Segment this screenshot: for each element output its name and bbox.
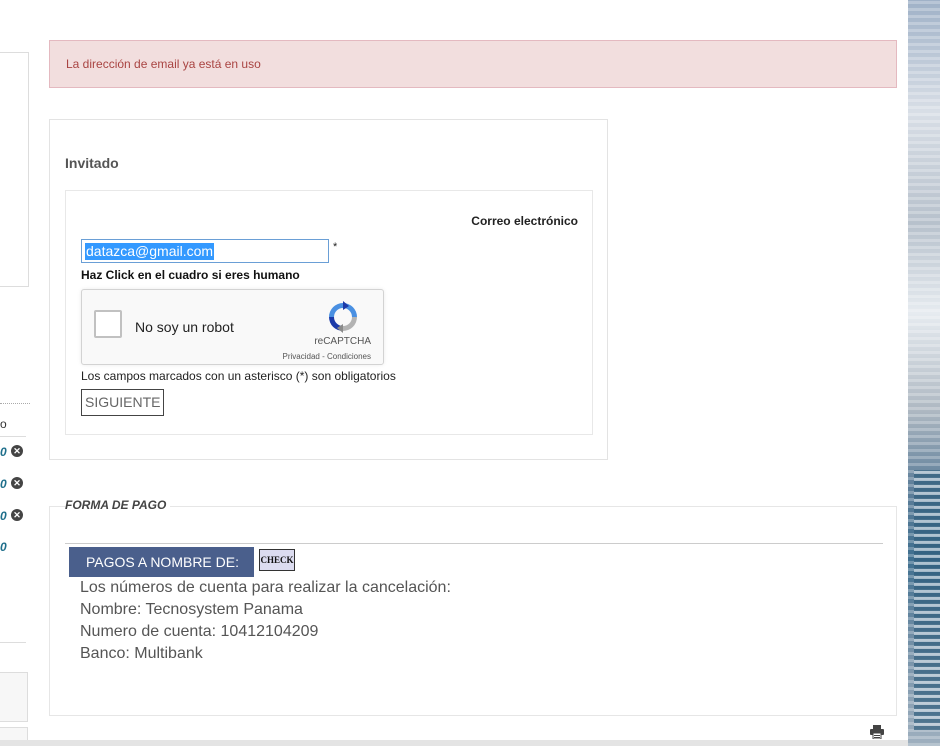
required-marker: *	[333, 241, 338, 253]
sidebar-rule	[0, 436, 26, 437]
remove-item-icon[interactable]: ✕	[11, 509, 23, 521]
print-icon[interactable]	[869, 725, 885, 739]
remove-item-icon[interactable]: ✕	[11, 477, 23, 489]
payment-info-line: Nombre: Tecnosystem Panama	[80, 601, 303, 618]
horizontal-scrollbar[interactable]	[0, 740, 908, 746]
error-alert: La dirección de email ya está en uso	[49, 40, 897, 88]
sidebar-box	[0, 672, 28, 722]
background-image-strip	[908, 0, 940, 746]
guest-form: Correo electrónico datazca@gmail.com * H…	[65, 190, 593, 435]
panel-title: Invitado	[65, 155, 119, 171]
payment-legend: FORMA DE PAGO	[65, 498, 171, 512]
sidebar-divider	[0, 403, 30, 404]
email-field-value[interactable]: datazca@gmail.com	[85, 243, 215, 260]
recaptcha-widget: No soy un robot reCAPTCHA Privacidad - C…	[81, 289, 384, 365]
cart-item-price: 0	[0, 445, 7, 459]
recaptcha-brand: reCAPTCHA	[314, 336, 371, 347]
recaptcha-checkbox[interactable]	[94, 310, 122, 338]
email-label: Correo electrónico	[471, 214, 578, 228]
payment-info-line: Banco: Multibank	[80, 645, 203, 662]
cart-item-price: 0	[0, 509, 7, 523]
payment-method-label: PAGOS A NOMBRE DE:	[69, 547, 254, 577]
captcha-prompt: Haz Click en el cuadro si eres humano	[81, 268, 300, 282]
check-payment-button[interactable]: CHECK	[259, 549, 295, 571]
guest-checkout-panel: Invitado Correo electrónico datazca@gmai…	[49, 119, 608, 460]
recaptcha-links[interactable]: Privacidad - Condiciones	[283, 352, 372, 361]
cart-item-price: 0	[0, 477, 7, 491]
remove-item-icon[interactable]: ✕	[11, 445, 23, 457]
payment-info-line: Los números de cuenta para realizar la c…	[80, 579, 451, 596]
sidebar-header-text: o	[0, 417, 7, 431]
recaptcha-logo-icon	[329, 301, 357, 333]
sidebar-panel	[0, 52, 29, 287]
payment-info-line: Numero de cuenta: 10412104209	[80, 623, 319, 640]
cart-total-value: 0	[0, 540, 7, 554]
next-button[interactable]: SIGUIENTE	[81, 389, 165, 416]
sidebar-rule	[0, 642, 26, 643]
payment-divider	[65, 543, 883, 544]
recaptcha-label: No soy un robot	[135, 319, 234, 335]
required-note: Los campos marcados con un asterisco (*)…	[81, 369, 396, 383]
